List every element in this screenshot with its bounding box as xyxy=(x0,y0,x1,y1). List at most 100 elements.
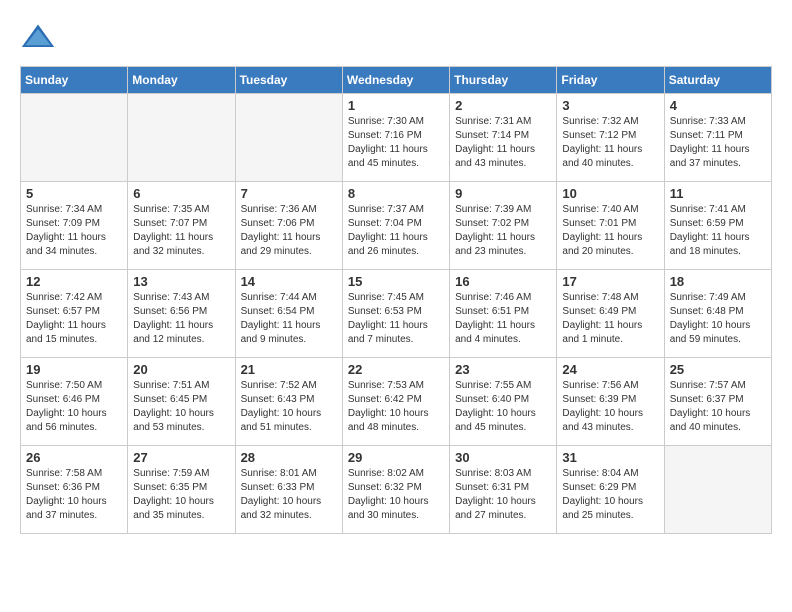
day-info: Sunrise: 7:30 AMSunset: 7:16 PMDaylight:… xyxy=(348,115,444,171)
day-info: Sunrise: 7:41 AMSunset: 6:59 PMDaylight:… xyxy=(670,203,766,259)
weekday-header-saturday: Saturday xyxy=(664,67,771,94)
calendar-cell: 9 Sunrise: 7:39 AMSunset: 7:02 PMDaylight… xyxy=(450,182,557,270)
day-number: 14 xyxy=(241,274,337,289)
day-number: 2 xyxy=(455,98,551,113)
calendar-cell: 28Sunrise: 8:01 AMSunset: 6:33 PMDayligh… xyxy=(235,446,342,534)
day-info: Sunrise: 7:46 AMSunset: 6:51 PMDaylight:… xyxy=(455,291,551,347)
calendar-cell xyxy=(21,94,128,182)
weekday-header-tuesday: Tuesday xyxy=(235,67,342,94)
day-info: Sunrise: 7:43 AMSunset: 6:56 PMDaylight:… xyxy=(133,291,229,347)
day-number: 29 xyxy=(348,450,444,465)
calendar-cell: 29 Sunrise: 8:02 AMSunset: 6:32 PMDayligh… xyxy=(342,446,449,534)
day-number: 18 xyxy=(670,274,766,289)
day-info: Sunrise: 7:35 AMSunset: 7:07 PMDaylight:… xyxy=(133,203,229,259)
weekday-header-row: SundayMondayTuesdayWednesdayThursdayFrid… xyxy=(21,67,772,94)
day-info: Sunrise: 7:31 AMSunset: 7:14 PMDaylight:… xyxy=(455,115,551,171)
calendar-cell: 16 Sunrise: 7:46 AMSunset: 6:51 PMDayligh… xyxy=(450,270,557,358)
day-info: Sunrise: 7:42 AMSunset: 6:57 PMDaylight:… xyxy=(26,291,122,347)
calendar-cell: 5 Sunrise: 7:34 AMSunset: 7:09 PMDaylight… xyxy=(21,182,128,270)
day-number: 9 xyxy=(455,186,551,201)
day-number: 6 xyxy=(133,186,229,201)
calendar-cell: 31 Sunrise: 8:04 AMSunset: 6:29 PMDayligh… xyxy=(557,446,664,534)
calendar-cell: 13 Sunrise: 7:43 AMSunset: 6:56 PMDayligh… xyxy=(128,270,235,358)
calendar-cell: 15 Sunrise: 7:45 AMSunset: 6:53 PMDayligh… xyxy=(342,270,449,358)
day-info: Sunrise: 7:36 AMSunset: 7:06 PMDaylight:… xyxy=(241,203,337,259)
calendar-table: SundayMondayTuesdayWednesdayThursdayFrid… xyxy=(20,66,772,534)
calendar-cell: 26Sunrise: 7:58 AMSunset: 6:36 PMDayligh… xyxy=(21,446,128,534)
day-info: Sunrise: 7:33 AMSunset: 7:11 PMDaylight:… xyxy=(670,115,766,171)
day-info: Sunrise: 7:56 AMSunset: 6:39 PMDaylight:… xyxy=(562,379,658,435)
day-number: 23 xyxy=(455,362,551,377)
calendar-cell: 8Sunrise: 7:37 AMSunset: 7:04 PMDaylight… xyxy=(342,182,449,270)
week-row-5: 26Sunrise: 7:58 AMSunset: 6:36 PMDayligh… xyxy=(21,446,772,534)
calendar-cell: 10 Sunrise: 7:40 AMSunset: 7:01 PMDayligh… xyxy=(557,182,664,270)
calendar-cell: 7 Sunrise: 7:36 AMSunset: 7:06 PMDaylight… xyxy=(235,182,342,270)
day-info: Sunrise: 8:04 AMSunset: 6:29 PMDaylight:… xyxy=(562,467,658,523)
weekday-header-monday: Monday xyxy=(128,67,235,94)
day-number: 1 xyxy=(348,98,444,113)
week-row-1: 1 Sunrise: 7:30 AMSunset: 7:16 PMDaylight… xyxy=(21,94,772,182)
day-info: Sunrise: 7:44 AMSunset: 6:54 PMDaylight:… xyxy=(241,291,337,347)
day-info: Sunrise: 7:32 AMSunset: 7:12 PMDaylight:… xyxy=(562,115,658,171)
week-row-3: 12 Sunrise: 7:42 AMSunset: 6:57 PMDayligh… xyxy=(21,270,772,358)
calendar-cell: 30 Sunrise: 8:03 AMSunset: 6:31 PMDayligh… xyxy=(450,446,557,534)
calendar-cell: 21 Sunrise: 7:52 AMSunset: 6:43 PMDayligh… xyxy=(235,358,342,446)
calendar-cell: 11 Sunrise: 7:41 AMSunset: 6:59 PMDayligh… xyxy=(664,182,771,270)
day-number: 5 xyxy=(26,186,122,201)
day-number: 27 xyxy=(133,450,229,465)
day-info: Sunrise: 7:52 AMSunset: 6:43 PMDaylight:… xyxy=(241,379,337,435)
day-number: 25 xyxy=(670,362,766,377)
calendar-cell: 4Sunrise: 7:33 AMSunset: 7:11 PMDaylight… xyxy=(664,94,771,182)
day-number: 20 xyxy=(133,362,229,377)
calendar-cell: 23 Sunrise: 7:55 AMSunset: 6:40 PMDayligh… xyxy=(450,358,557,446)
calendar-cell: 27 Sunrise: 7:59 AMSunset: 6:35 PMDayligh… xyxy=(128,446,235,534)
day-info: Sunrise: 7:40 AMSunset: 7:01 PMDaylight:… xyxy=(562,203,658,259)
day-number: 21 xyxy=(241,362,337,377)
calendar-cell: 18 Sunrise: 7:49 AMSunset: 6:48 PMDayligh… xyxy=(664,270,771,358)
day-number: 19 xyxy=(26,362,122,377)
day-number: 12 xyxy=(26,274,122,289)
day-number: 16 xyxy=(455,274,551,289)
calendar-cell: 25Sunrise: 7:57 AMSunset: 6:37 PMDayligh… xyxy=(664,358,771,446)
calendar-cell: 2 Sunrise: 7:31 AMSunset: 7:14 PMDaylight… xyxy=(450,94,557,182)
day-info: Sunrise: 7:55 AMSunset: 6:40 PMDaylight:… xyxy=(455,379,551,435)
weekday-header-friday: Friday xyxy=(557,67,664,94)
day-number: 8 xyxy=(348,186,444,201)
calendar-cell: 19Sunrise: 7:50 AMSunset: 6:46 PMDayligh… xyxy=(21,358,128,446)
day-info: Sunrise: 8:01 AMSunset: 6:33 PMDaylight:… xyxy=(241,467,337,523)
day-number: 13 xyxy=(133,274,229,289)
calendar-cell: 1 Sunrise: 7:30 AMSunset: 7:16 PMDaylight… xyxy=(342,94,449,182)
weekday-header-thursday: Thursday xyxy=(450,67,557,94)
day-info: Sunrise: 7:49 AMSunset: 6:48 PMDaylight:… xyxy=(670,291,766,347)
day-info: Sunrise: 7:39 AMSunset: 7:02 PMDaylight:… xyxy=(455,203,551,259)
calendar-body: 1 Sunrise: 7:30 AMSunset: 7:16 PMDaylight… xyxy=(21,94,772,534)
day-number: 22 xyxy=(348,362,444,377)
day-number: 3 xyxy=(562,98,658,113)
logo xyxy=(20,20,62,56)
page-header xyxy=(20,20,772,56)
calendar-cell xyxy=(664,446,771,534)
day-info: Sunrise: 7:48 AMSunset: 6:49 PMDaylight:… xyxy=(562,291,658,347)
day-number: 15 xyxy=(348,274,444,289)
day-number: 10 xyxy=(562,186,658,201)
day-info: Sunrise: 7:34 AMSunset: 7:09 PMDaylight:… xyxy=(26,203,122,259)
day-number: 26 xyxy=(26,450,122,465)
day-info: Sunrise: 7:53 AMSunset: 6:42 PMDaylight:… xyxy=(348,379,444,435)
day-number: 7 xyxy=(241,186,337,201)
day-number: 11 xyxy=(670,186,766,201)
day-number: 24 xyxy=(562,362,658,377)
weekday-header-wednesday: Wednesday xyxy=(342,67,449,94)
day-number: 30 xyxy=(455,450,551,465)
calendar-cell: 20 Sunrise: 7:51 AMSunset: 6:45 PMDayligh… xyxy=(128,358,235,446)
calendar-cell: 24 Sunrise: 7:56 AMSunset: 6:39 PMDayligh… xyxy=(557,358,664,446)
weekday-header-sunday: Sunday xyxy=(21,67,128,94)
week-row-2: 5 Sunrise: 7:34 AMSunset: 7:09 PMDaylight… xyxy=(21,182,772,270)
day-info: Sunrise: 8:02 AMSunset: 6:32 PMDaylight:… xyxy=(348,467,444,523)
day-number: 31 xyxy=(562,450,658,465)
day-info: Sunrise: 8:03 AMSunset: 6:31 PMDaylight:… xyxy=(455,467,551,523)
day-number: 17 xyxy=(562,274,658,289)
day-info: Sunrise: 7:45 AMSunset: 6:53 PMDaylight:… xyxy=(348,291,444,347)
day-info: Sunrise: 7:51 AMSunset: 6:45 PMDaylight:… xyxy=(133,379,229,435)
calendar-cell: 3 Sunrise: 7:32 AMSunset: 7:12 PMDaylight… xyxy=(557,94,664,182)
day-info: Sunrise: 7:59 AMSunset: 6:35 PMDaylight:… xyxy=(133,467,229,523)
